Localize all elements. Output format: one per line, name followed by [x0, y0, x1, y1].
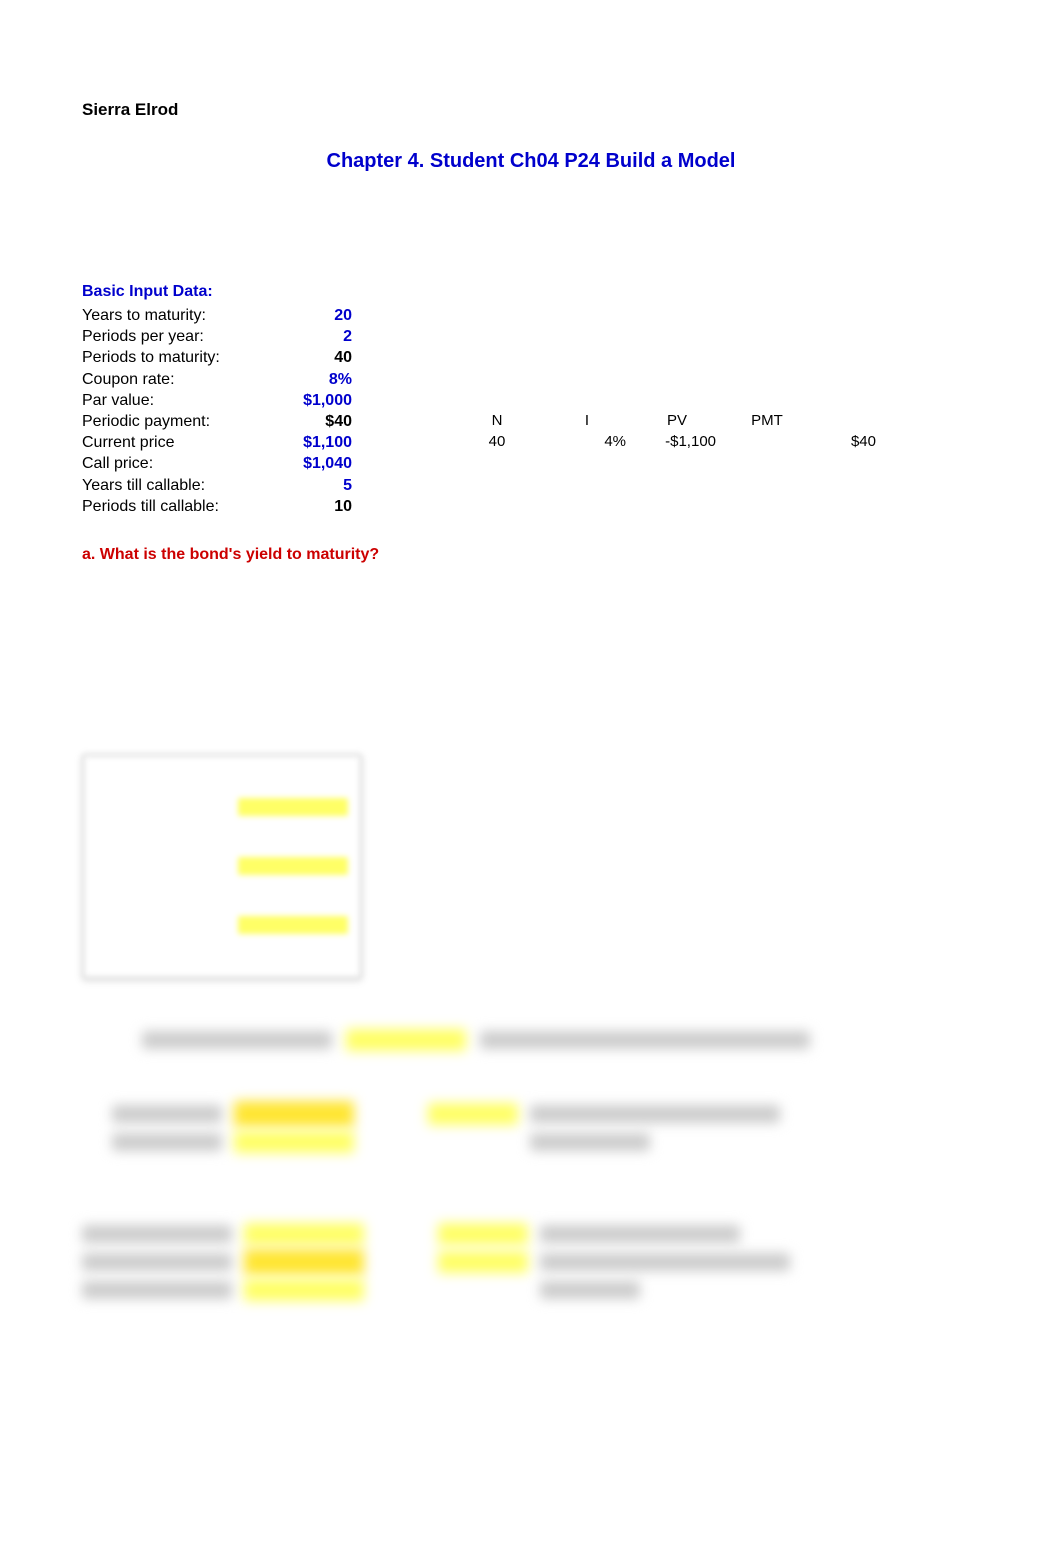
label-periodic-payment: Periodic payment: — [82, 412, 272, 431]
value-coupon-rate: 8% — [272, 370, 352, 389]
label-periods-year: Periods per year: — [82, 327, 272, 346]
value-par-value: $1,000 — [272, 391, 352, 410]
blurred-highlight — [238, 916, 348, 934]
label-coupon-rate: Coupon rate: — [82, 370, 272, 389]
value-call-price: $1,040 — [272, 454, 352, 473]
label-periods-maturity: Periods to maturity: — [82, 348, 272, 367]
header-n: N — [452, 412, 542, 431]
value-periods-year: 2 — [272, 327, 352, 346]
calc-i: 4% — [542, 433, 632, 452]
blurred-row — [142, 1029, 980, 1051]
label-call-price: Call price: — [82, 454, 272, 473]
blurred-row-group — [82, 1223, 980, 1301]
blurred-highlight — [238, 857, 348, 875]
value-periodic-payment: $40 — [272, 412, 352, 431]
value-years-maturity: 20 — [272, 306, 352, 325]
label-years-callable: Years till callable: — [82, 476, 272, 495]
header-pmt: PMT — [722, 412, 812, 431]
author-name: Sierra Elrod — [82, 100, 980, 120]
blurred-row-group — [82, 1101, 980, 1153]
value-current-price: $1,100 — [272, 433, 352, 452]
calc-pmt: $40 — [812, 433, 882, 452]
label-periods-callable: Periods till callable: — [82, 497, 272, 516]
input-data-grid: Years to maturity: 20 Periods per year: … — [82, 306, 980, 516]
calc-pv: -$1,100 — [632, 433, 722, 452]
question-a: a. What is the bond's yield to maturity? — [82, 546, 980, 564]
value-periods-maturity: 40 — [272, 348, 352, 367]
blurred-region — [82, 754, 980, 1301]
label-years-maturity: Years to maturity: — [82, 306, 272, 325]
label-current-price: Current price — [82, 433, 272, 452]
label-par-value: Par value: — [82, 391, 272, 410]
calc-n: 40 — [452, 433, 542, 452]
section-heading: Basic Input Data: — [82, 283, 980, 301]
value-years-callable: 5 — [272, 476, 352, 495]
chapter-title: Chapter 4. Student Ch04 P24 Build a Mode… — [82, 150, 980, 173]
header-pv: PV — [632, 412, 722, 431]
header-i: I — [542, 412, 632, 431]
blurred-box — [82, 754, 362, 979]
value-periods-callable: 10 — [272, 497, 352, 516]
blurred-highlight — [238, 798, 348, 816]
